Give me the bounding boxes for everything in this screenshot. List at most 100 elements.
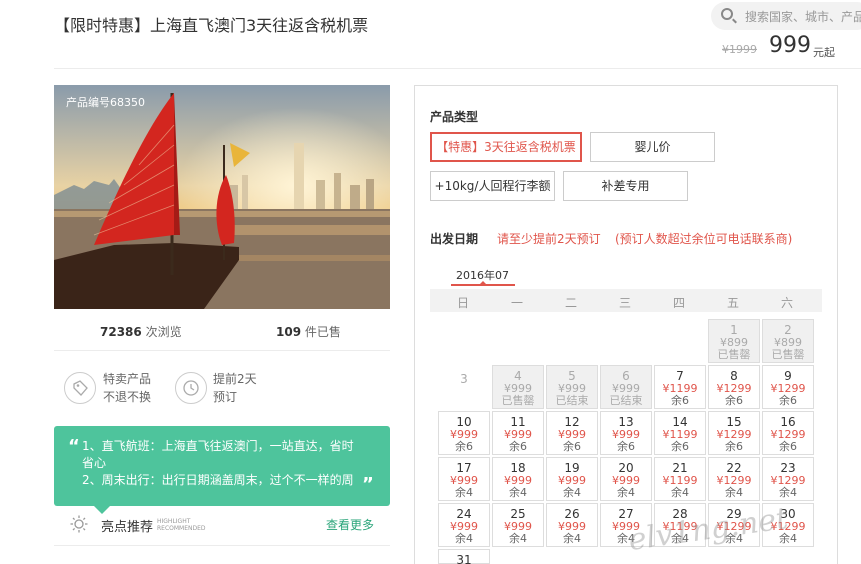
price-unit: 元起 (813, 46, 835, 59)
day-number: 10 (456, 415, 472, 429)
product-type-label: 产品类型 (430, 110, 479, 124)
day-status: 余4 (509, 532, 527, 545)
calendar-day: 6 ¥999 已结束 (600, 365, 652, 409)
option-extra-baggage[interactable]: +10kg/人回程行李额 (430, 171, 555, 201)
calendar-day[interactable]: 23 ¥1299 余4 (762, 457, 814, 501)
original-price: ¥1999 (722, 43, 757, 56)
calendar-day: 5 ¥999 已结束 (546, 365, 598, 409)
day-number: 4 (514, 369, 522, 383)
highlight-box: “ 1、直飞航班：上海直飞往返澳门，一站直达，省时省心 2、周末出行：出行日期涵… (54, 426, 390, 506)
day-number: 27 (618, 507, 634, 521)
day-number: 24 (456, 507, 472, 521)
feature-line: 提前2天 (213, 372, 257, 386)
search-icon (721, 8, 733, 20)
header-divider (54, 68, 861, 69)
view-count: 72386 (100, 325, 142, 339)
calendar-day[interactable]: 18 ¥999 余4 (492, 457, 544, 501)
calendar-day[interactable]: 25 ¥999 余4 (492, 503, 544, 547)
day-status: 余4 (671, 486, 689, 499)
calendar-day[interactable]: 26 ¥999 余4 (546, 503, 598, 547)
calendar-day[interactable]: 16 ¥1299 余6 (762, 411, 814, 455)
tag-icon (64, 372, 96, 404)
day-status: 余4 (455, 532, 473, 545)
feature-special-sale: 特卖产品 不退不换 (103, 370, 151, 406)
day-number: 31 (456, 553, 472, 564)
day-status: 已结束 (555, 394, 589, 407)
calendar-day[interactable]: 19 ¥999 余4 (546, 457, 598, 501)
search-box[interactable]: 搜索国家、城市、产品 (711, 2, 861, 30)
day-status: 余6 (779, 394, 797, 407)
feature-line: 不退不换 (103, 390, 152, 404)
highlight-lines: 1、直飞航班：上海直飞往返澳门，一站直达，省时省心 2、周末出行：出行日期涵盖周… (82, 438, 362, 486)
product-photo (54, 85, 390, 309)
calendar-day: 3 (438, 365, 490, 409)
day-status: 余6 (725, 394, 743, 407)
calendar-day[interactable]: 11 ¥999 余6 (492, 411, 544, 455)
calendar-day[interactable]: 22 ¥1299 余4 (708, 457, 760, 501)
calendar-day[interactable]: 9 ¥1299 余6 (762, 365, 814, 409)
day-number: 9 (784, 369, 792, 383)
day-number: 14 (672, 415, 688, 429)
day-number: 22 (726, 461, 742, 475)
date-hint-phone: (预订人数超过余位可电话联系商) (615, 232, 793, 246)
day-status: 余6 (617, 440, 635, 453)
day-status: 余6 (725, 440, 743, 453)
day-status: 余4 (725, 486, 743, 499)
sold-label: 件已售 (304, 325, 341, 339)
view-stat: 72386 次浏览 (100, 323, 182, 340)
day-status: 已售罄 (501, 394, 535, 407)
quote-open-icon: “ (68, 436, 80, 457)
month-arrow-icon (479, 281, 487, 285)
day-number: 21 (672, 461, 688, 475)
calendar-day[interactable]: 7 ¥1199 余6 (654, 365, 706, 409)
calendar-day[interactable]: 10 ¥999 余6 (438, 411, 490, 455)
calendar-day[interactable]: 15 ¥1299 余6 (708, 411, 760, 455)
calendar-day[interactable]: 21 ¥1199 余4 (654, 457, 706, 501)
calendar-day: 2 ¥899 已售罄 (762, 319, 814, 363)
day-number: 5 (568, 369, 576, 383)
highlight-title: 亮点推荐 (101, 520, 154, 535)
product-number: 产品编号68350 (66, 96, 145, 109)
calendar-day[interactable]: 20 ¥999 余4 (600, 457, 652, 501)
calendar-day[interactable]: 24 ¥999 余4 (438, 503, 490, 547)
weekday-wed: 三 (618, 296, 631, 310)
day-status: 余6 (671, 394, 689, 407)
highlight-item: 1、直飞航班：上海直飞往返澳门，一站直达，省时省心 (82, 439, 354, 470)
quote-close-icon: ” (362, 474, 374, 495)
page-title: 【限时特惠】上海直飞澳门3天往返含税机票 (54, 16, 369, 35)
calendar-day[interactable]: 12 ¥999 余6 (546, 411, 598, 455)
day-number: 6 (622, 369, 630, 383)
calendar-day[interactable]: 13 ¥999 余6 (600, 411, 652, 455)
day-number: 17 (456, 461, 472, 475)
day-number: 19 (564, 461, 580, 475)
day-number: 7 (676, 369, 684, 383)
calendar-day[interactable]: 8 ¥1299 余6 (708, 365, 760, 409)
weekday-sun: 日 (456, 296, 469, 310)
day-number: 16 (780, 415, 796, 429)
option-price-difference[interactable]: 补差专用 (563, 171, 688, 201)
day-number: 12 (564, 415, 580, 429)
option-infant-price[interactable]: 婴儿价 (590, 132, 715, 162)
highlight-divider (54, 545, 390, 546)
feature-line: 特卖产品 (103, 372, 152, 386)
calendar-day[interactable]: 17 ¥999 余4 (438, 457, 490, 501)
day-number: 3 (460, 372, 468, 386)
calendar-day: 1 ¥899 已售罄 (708, 319, 760, 363)
weekday-sat: 六 (780, 296, 793, 310)
view-label: 次浏览 (145, 325, 182, 339)
day-status: 余4 (455, 486, 473, 499)
calendar-day[interactable]: 31 (438, 549, 490, 564)
highlight-item: 2、周末出行：出行日期涵盖周末，过个不一样的周末 (82, 473, 354, 486)
option-special-ticket[interactable]: 【特惠】3天往返含税机票 (430, 132, 582, 162)
see-more-link[interactable]: 查看更多 (326, 516, 374, 533)
highlight-pointer (94, 506, 110, 514)
weekday-tue: 二 (564, 296, 577, 310)
calendar-day: 4 ¥999 已售罄 (492, 365, 544, 409)
day-status: 余6 (455, 440, 473, 453)
calendar-day[interactable]: 14 ¥1199 余6 (654, 411, 706, 455)
weekday-thu: 四 (672, 296, 685, 310)
day-number: 26 (564, 507, 580, 521)
day-status: 余6 (509, 440, 527, 453)
day-number: 1 (730, 323, 738, 337)
day-status: 余4 (509, 486, 527, 499)
